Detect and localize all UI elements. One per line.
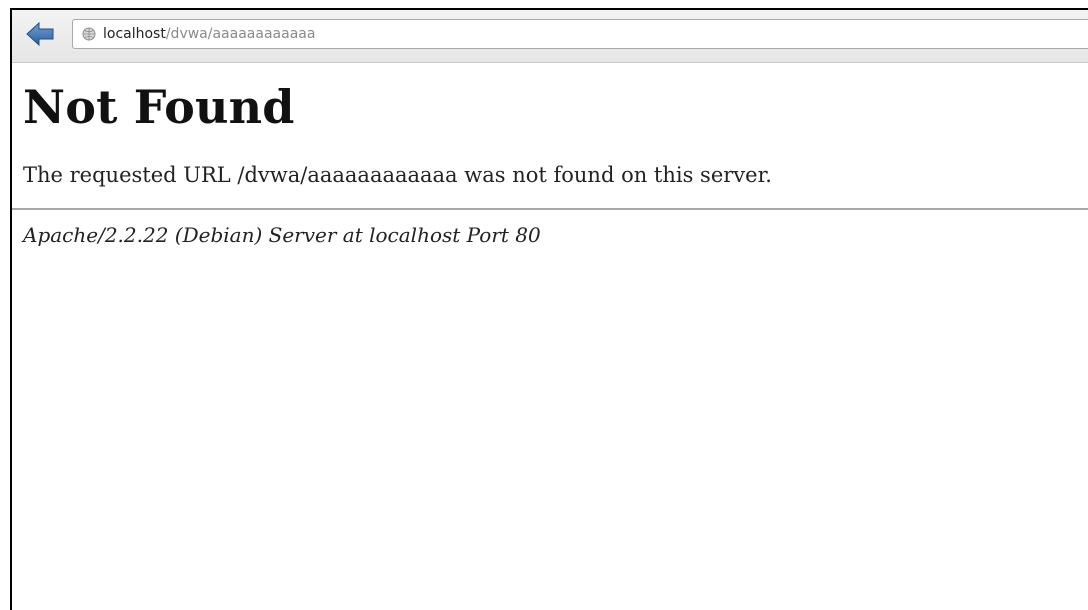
address-bar[interactable]: localhost/dvwa/aaaaaaaaaaaa [72, 19, 1088, 49]
browser-window: localhost/dvwa/aaaaaaaaaaaa Not Found Th… [10, 8, 1088, 610]
divider [12, 208, 1088, 210]
globe-icon [82, 27, 96, 41]
back-arrow-icon [26, 22, 54, 46]
page-title: Not Found [23, 80, 295, 134]
browser-toolbar: localhost/dvwa/aaaaaaaaaaaa [12, 10, 1088, 63]
back-button[interactable] [20, 19, 60, 49]
page-content: Not Found The requested URL /dvwa/aaaaaa… [12, 62, 1088, 610]
url-path: /dvwa/aaaaaaaaaaaa [165, 26, 316, 42]
error-message: The requested URL /dvwa/aaaaaaaaaaaa was… [23, 163, 772, 187]
url-host: localhost [103, 26, 166, 42]
server-signature: Apache/2.2.22 (Debian) Server at localho… [23, 223, 541, 247]
